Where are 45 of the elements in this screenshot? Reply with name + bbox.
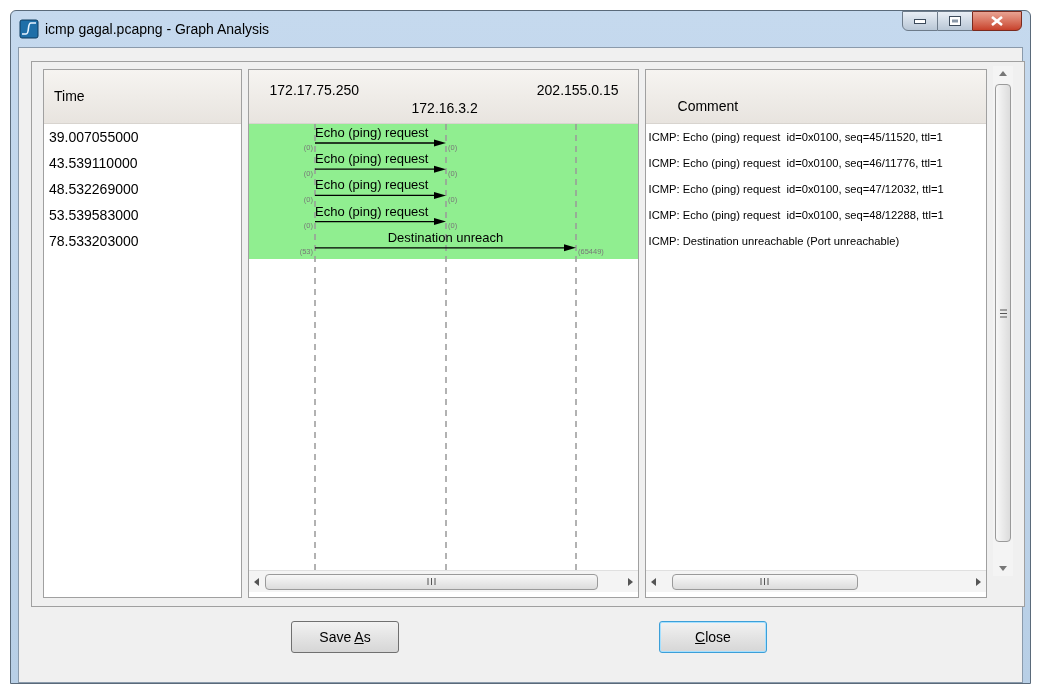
- grip-icon: [426, 578, 436, 585]
- node-address: 172.17.75.250: [269, 81, 360, 100]
- comment-cell-text: ICMP: Destination unreachable (Port unreachable): [647, 234, 901, 250]
- grip-icon: [999, 308, 1007, 318]
- time-cell-text: 78.533203000: [48, 232, 140, 252]
- time-cell-text: 43.539110000: [48, 153, 139, 173]
- time-cell-text: 39.007055000: [48, 127, 140, 147]
- node-address: 172.16.3.2: [411, 99, 478, 118]
- comment-cell-text: ICMP: Echo (ping) request id=0x0100, seq=47/12032, ttl=1: [647, 182, 945, 198]
- time-cell-text: 48.532269000: [48, 179, 140, 199]
- app-icon: [19, 19, 39, 39]
- scrollbar-thumb[interactable]: [671, 573, 858, 590]
- comment-cell-text: ICMP: Echo (ping) request id=0x0100, seq=48/12288, ttl=1: [647, 208, 945, 224]
- message-label: Destination unreach: [387, 229, 503, 245]
- time-cell-text: 53.539583000: [48, 206, 140, 226]
- message-label: Echo (ping) request: [314, 151, 428, 167]
- minimize-button[interactable]: [902, 11, 938, 31]
- left-arrow-icon[interactable]: [252, 577, 261, 586]
- maximize-icon: [949, 16, 961, 26]
- right-arrow-icon[interactable]: [625, 577, 634, 586]
- column-header: Comment: [645, 70, 987, 124]
- comment-cell-text: ICMP: Echo (ping) request id=0x0100, seq=46/11776, ttl=1: [647, 155, 944, 171]
- message-label: Echo (ping) request: [314, 203, 428, 219]
- close-button[interactable]: [972, 11, 1022, 31]
- comment-cell-text: ICMP: Echo (ping) request id=0x0100, seq=45/11520, ttl=1: [647, 129, 944, 145]
- scrollbar-thumb[interactable]: [264, 573, 598, 590]
- scrollbar-thumb[interactable]: [995, 84, 1012, 542]
- right-arrow-icon[interactable]: [974, 577, 983, 586]
- up-arrow-icon[interactable]: [999, 70, 1008, 76]
- maximize-button[interactable]: [938, 11, 972, 31]
- close-icon: [991, 16, 1003, 26]
- node-address: 202.155.0.15: [536, 81, 619, 100]
- minimize-icon: [914, 18, 926, 24]
- down-arrow-icon[interactable]: [999, 566, 1008, 572]
- left-arrow-icon[interactable]: [649, 577, 658, 586]
- column-header: Time: [44, 70, 241, 124]
- message-label: Echo (ping) request: [314, 177, 428, 193]
- save-as-button[interactable]: Save As: [291, 621, 399, 653]
- grip-icon: [760, 578, 770, 585]
- close-dialog-button[interactable]: Close: [659, 621, 767, 653]
- vertical-scrollbar[interactable]: [993, 66, 1013, 576]
- horizontal-scrollbar[interactable]: [248, 570, 638, 592]
- message-label: Echo (ping) request: [314, 125, 428, 140]
- window-title: icmp gagal.pcapng - Graph Analysis: [45, 19, 270, 39]
- horizontal-scrollbar[interactable]: [645, 570, 987, 592]
